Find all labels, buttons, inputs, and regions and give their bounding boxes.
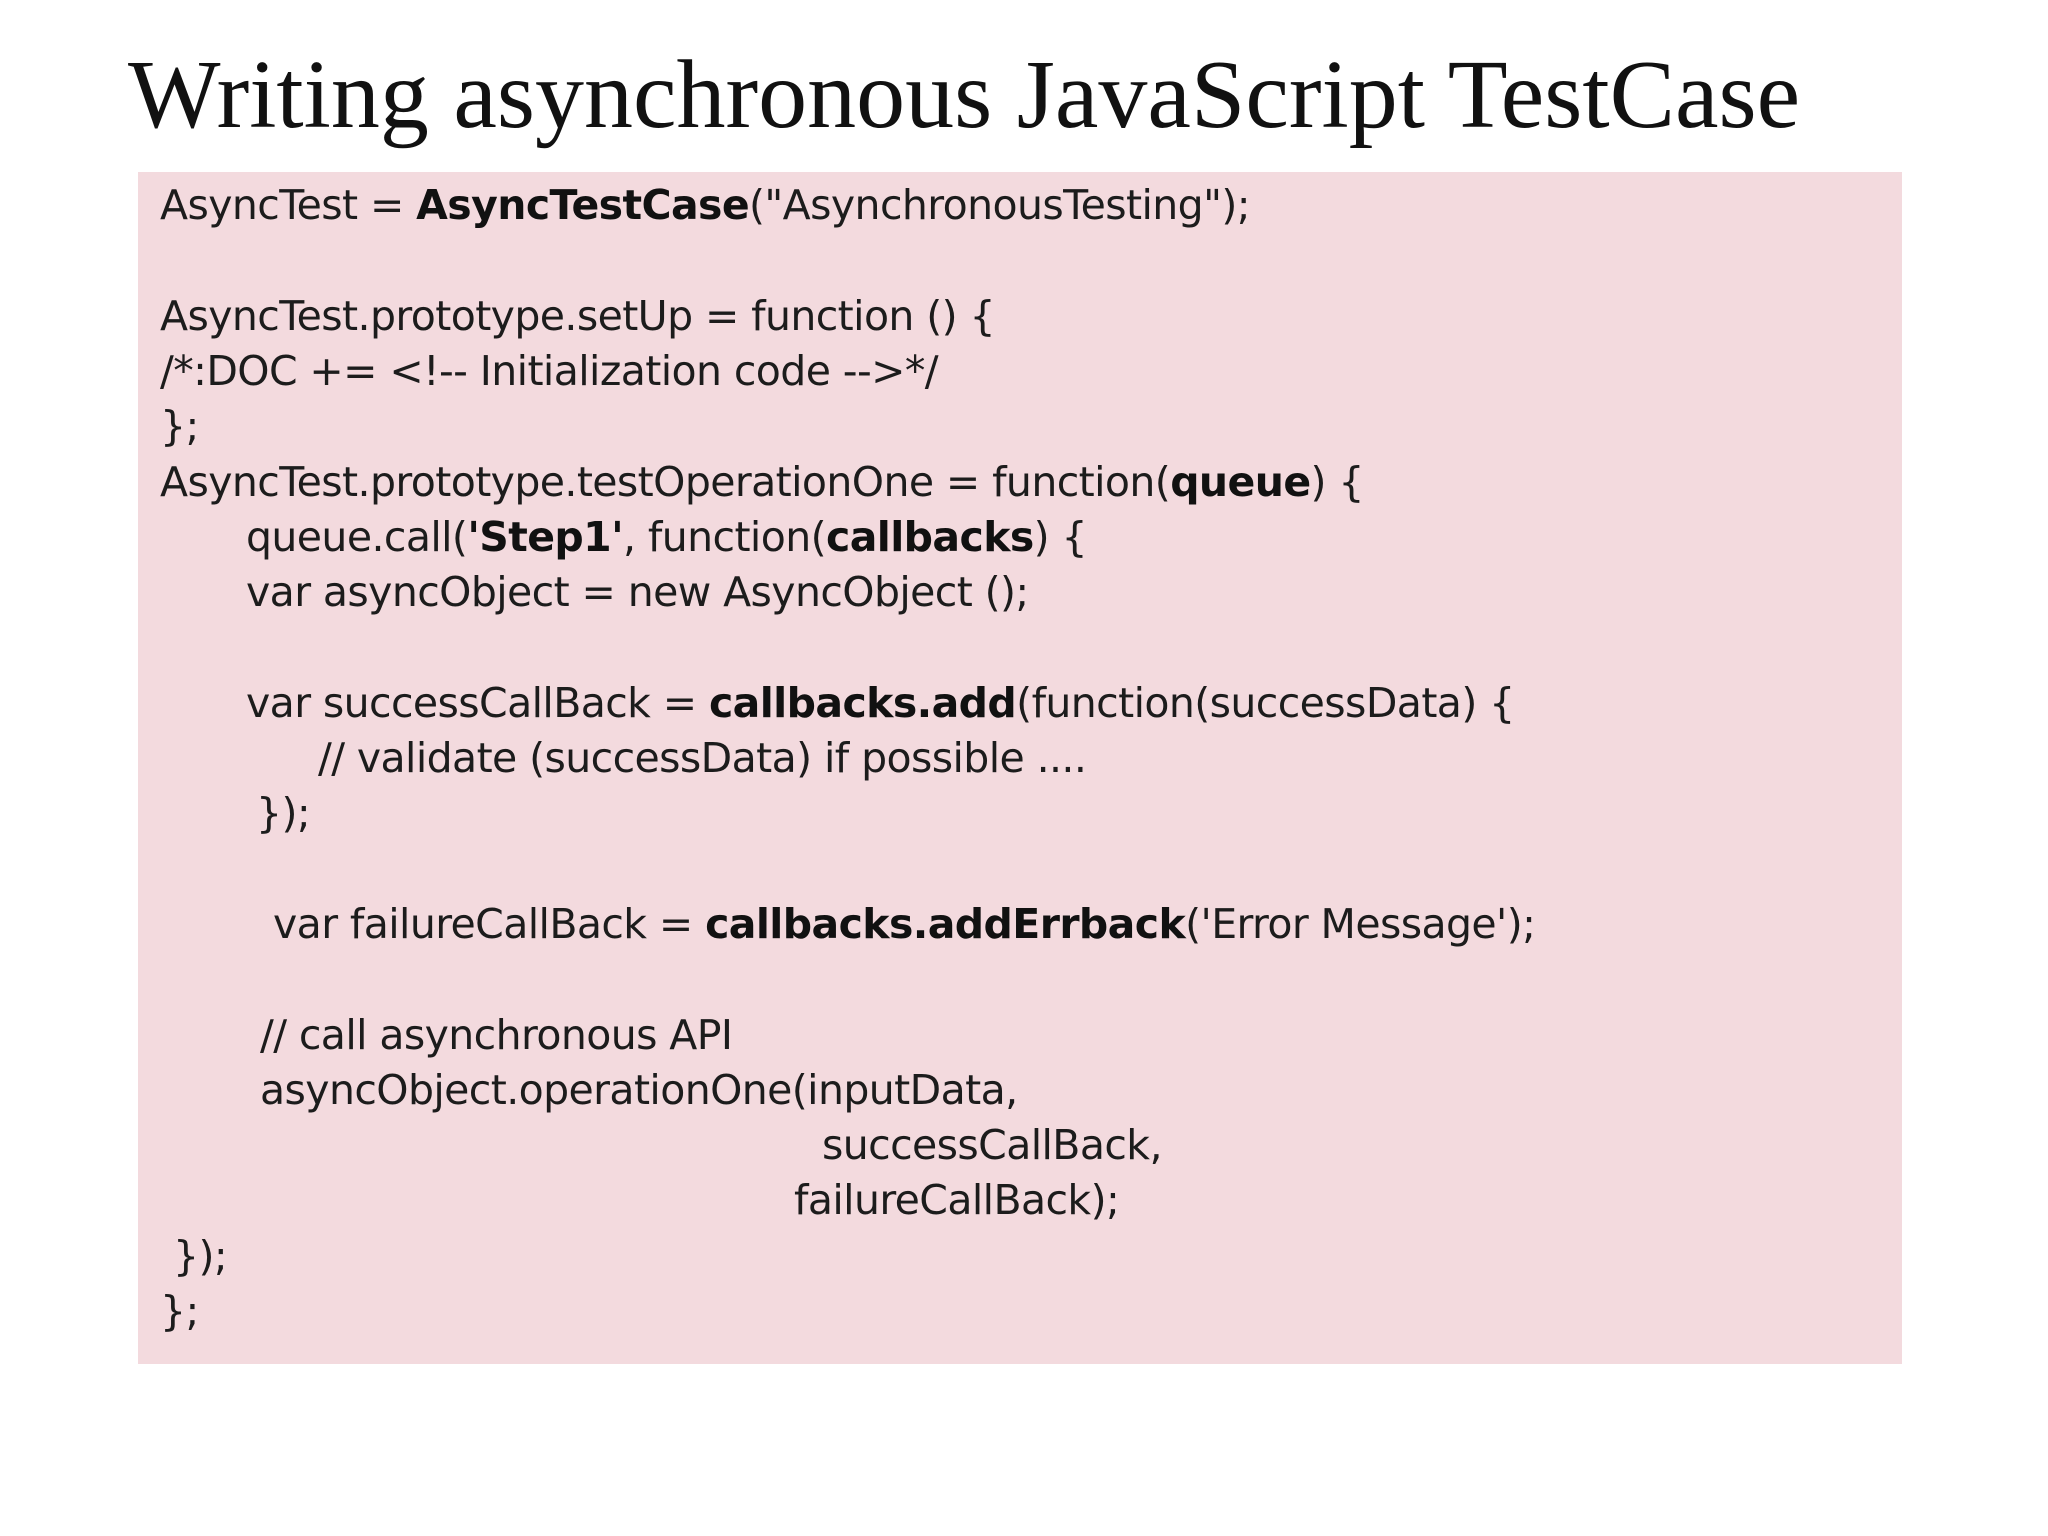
code-line-10: }); [256,789,311,837]
code-keyword-bold: callbacks [826,513,1034,561]
code-line-3: /*:DOC += <!-- Initialization code -->*/ [160,347,939,395]
code-line-17: }; [160,1287,199,1335]
code-line-9: // validate (successData) if possible ..… [318,734,1087,782]
code-line-8: var successCallBack = callbacks.add(func… [246,675,1515,731]
code-line-2: AsyncTest.prototype.setUp = function () … [160,292,996,340]
code-line-4: }; [160,402,199,450]
code-keyword-bold: AsyncTestCase [416,181,750,229]
code-line-7: var asyncObject = new AsyncObject (); [246,568,1029,616]
code-text: AsyncTest.prototype.testOperationOne = f… [160,458,1171,506]
code-line-14: successCallBack, [822,1121,1162,1169]
code-text: ("AsynchronousTesting"); [749,181,1251,229]
code-text: (function(successData) { [1016,679,1515,727]
code-text: ) { [1033,513,1088,561]
slide-title: Writing asynchronous JavaScript TestCase [128,41,1801,149]
code-text: var successCallBack = [246,679,709,727]
code-text: queue.call( [246,513,468,561]
code-text: , function( [623,513,827,561]
code-keyword-bold: 'Step1' [467,513,624,561]
code-line-6: queue.call('Step1', function(callbacks) … [246,509,1088,565]
code-keyword-bold: callbacks.addErrback [705,900,1186,948]
code-block: AsyncTest = AsyncTestCase("AsynchronousT… [138,172,1902,1364]
code-line-12: // call asynchronous API [260,1011,733,1059]
code-text: var failureCallBack = [273,900,706,948]
code-line-11: var failureCallBack = callbacks.addErrba… [273,896,1536,952]
code-text: AsyncTest = [160,181,417,229]
code-line-13: asyncObject.operationOne(inputData, [260,1066,1018,1114]
code-text: ('Error Message'); [1185,900,1536,948]
code-line-15: failureCallBack); [794,1176,1120,1224]
code-keyword-bold: callbacks.add [708,679,1017,727]
code-line-5: AsyncTest.prototype.testOperationOne = f… [160,454,1364,510]
code-line-1: AsyncTest = AsyncTestCase("AsynchronousT… [160,177,1251,233]
code-text: ) { [1310,458,1365,506]
code-keyword-bold: queue [1170,458,1311,506]
code-line-16: }); [173,1232,228,1280]
